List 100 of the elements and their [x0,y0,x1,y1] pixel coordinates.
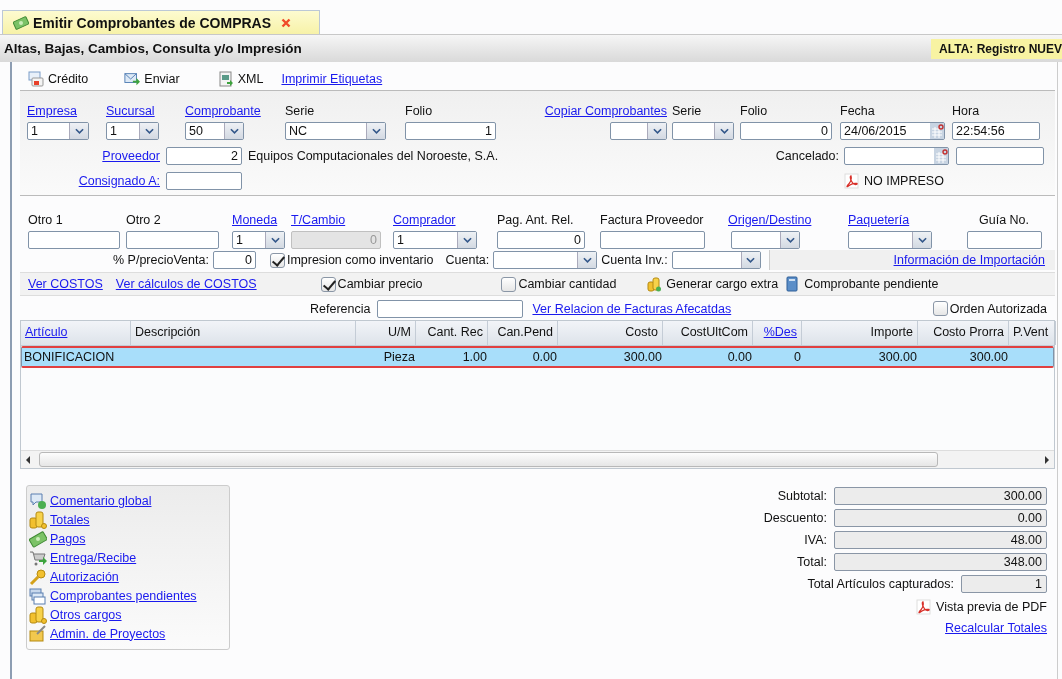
import-info-link[interactable]: Información de Importación [893,253,1045,267]
toolbar-button[interactable]: Crédito [28,71,89,87]
field-link[interactable]: Comprobante [185,103,261,119]
dropdown[interactable]: 1 [393,231,477,249]
input-field[interactable]: 1 [405,122,496,140]
dropdown[interactable] [848,231,932,249]
column-header[interactable]: Artículo [21,321,131,345]
caret-icon [371,128,381,134]
input-field[interactable]: 0 [212,251,256,269]
pdf-preview-button[interactable]: Vista previa de PDF [916,599,1047,615]
table-cell-text: 300.00 [622,350,663,364]
total-value: 348.00 [834,553,1047,571]
caret-icon [582,257,592,263]
book-icon [784,276,801,292]
print-as-inventory-checkbox[interactable]: Impresion como inventario [269,252,434,268]
toolbar-button[interactable]: XML [217,71,264,87]
input-field[interactable]: 0 [497,231,585,249]
field-label: Referencia [310,301,371,316]
column-header: U/M [356,321,416,345]
field-link[interactable]: Moneda [232,212,278,228]
key-icon [29,567,47,586]
date-field[interactable] [844,147,949,165]
scroll-right-icon[interactable] [1044,455,1050,464]
action-link[interactable]: Comentario global [50,493,152,508]
dropdown[interactable]: 1 [106,122,159,140]
dropdown[interactable]: NC [285,122,386,140]
costs-calc-link[interactable]: Ver cálculos de COSTOS [115,277,257,291]
field-link[interactable]: Paquetería [848,212,910,228]
field-link[interactable]: Copiar Comprobantes [544,103,667,119]
input-field[interactable] [28,231,120,249]
column-header[interactable]: %Des [753,321,802,345]
action-button[interactable]: Generar cargo extra [646,276,779,292]
action-link[interactable]: Autorización [50,569,119,584]
consignee-link[interactable]: Consignado A: [27,174,160,188]
total-label: Descuento: [763,511,827,525]
caret-icon [144,128,154,134]
caret-icon [917,237,927,243]
folder-icon [29,624,47,643]
costs-link[interactable]: Ver COSTOS [28,277,103,291]
dropdown[interactable] [610,122,667,140]
input-field[interactable]: 0 [740,122,832,140]
caret-icon [229,128,239,134]
table-row[interactable]: BONIFICACION Pieza 1.00 0.00 300.00 0.00 0 300.00 300.00 [21,346,1054,368]
option-checkbox[interactable]: Cambiar precio [320,276,423,292]
field-label: Guía No. [979,212,1029,228]
dropdown[interactable]: 1 [232,231,285,249]
input-field[interactable] [377,299,524,318]
action-link[interactable]: Admin. de Proyectos [50,626,166,641]
document-icon [217,71,234,87]
toolbar-button[interactable]: Enviar [124,71,180,87]
field-link[interactable]: Empresa [27,103,78,119]
input-field[interactable]: 22:54:56 [952,122,1040,140]
field-link[interactable]: Origen/Destino [728,212,812,228]
input-field[interactable] [126,231,219,249]
input-field[interactable] [966,231,1042,249]
dropdown[interactable] [493,251,598,269]
supplier-name: Equipos Computacionales del Noroeste, S.A. [247,149,500,163]
field-link[interactable]: Comprador [393,212,456,228]
input-field[interactable] [600,231,705,249]
field-label: Otro 2 [126,212,161,228]
input-field[interactable] [956,147,1044,165]
date-field[interactable]: 24/06/2015 [840,122,945,140]
option-checkbox[interactable]: Cambiar cantidad [501,276,617,292]
tab[interactable]: Emitir Comprobantes de COMPRAS [2,10,320,34]
field-label: Hora [952,103,980,119]
action-link[interactable]: Totales [50,512,90,527]
caret-icon [74,128,84,134]
cart-icon [29,548,47,567]
dropdown[interactable]: 1 [27,122,89,140]
input-field[interactable] [166,172,242,190]
close-icon[interactable] [281,17,292,28]
action-link[interactable]: Pagos [50,531,86,546]
print-labels-link[interactable]: Imprimir Etiquetas [281,72,383,86]
dropdown[interactable] [671,251,761,269]
scroll-left-icon[interactable] [25,455,31,464]
dropdown[interactable] [672,122,734,140]
field-label: Otro 1 [28,212,63,228]
supplier-link[interactable]: Proveedor [27,149,160,163]
calendar-icon[interactable] [934,148,948,164]
action-link[interactable]: Comprobantes pendientes [50,588,197,603]
action-button[interactable]: Comprobante pendiente [784,276,939,292]
status-badge: ALTA: Registro NUEV [931,38,1062,59]
column-header: Can.Pend [488,321,558,345]
table-cell-text: BONIFICACION [23,350,116,364]
invoices-link[interactable]: Ver Relacion de Facturas Afecatdas [532,301,732,316]
action-link[interactable]: Otros cargos [50,607,122,622]
dropdown[interactable] [731,231,800,249]
recalculate-link[interactable]: Recalcular Totales [945,621,1047,635]
action-link[interactable]: Entrega/Recibe [50,550,137,565]
calendar-icon[interactable] [930,123,944,139]
money-icon [13,14,29,31]
coins-icon [646,276,663,292]
field-link[interactable]: Sucursal [106,103,155,119]
authorized-checkbox[interactable]: Orden Autorizada [932,301,1047,316]
caret-icon [652,128,662,134]
field-label: % P/precioVenta: [113,253,209,267]
dropdown[interactable]: 50 [185,122,244,140]
envelope-icon [124,71,141,87]
scrollbar[interactable] [21,450,1054,468]
input-field[interactable]: 2 [166,147,242,165]
